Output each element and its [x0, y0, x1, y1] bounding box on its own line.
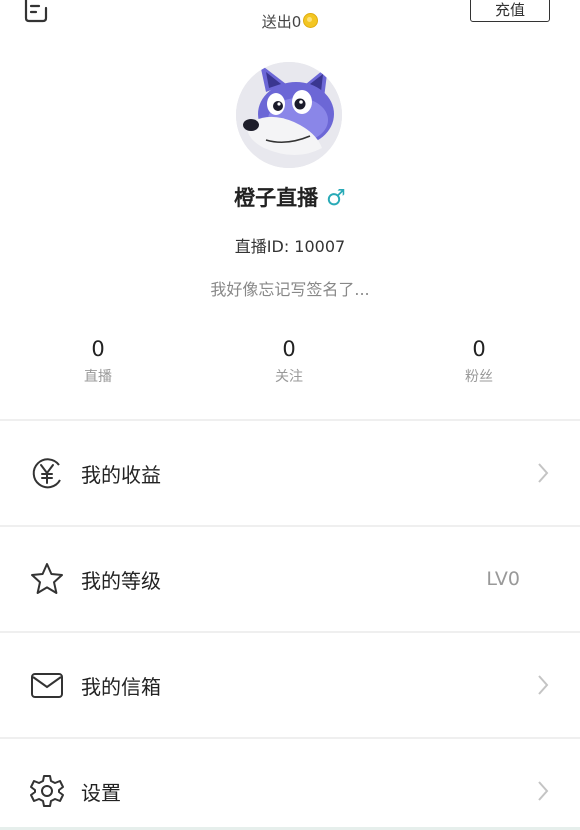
menu-mailbox[interactable]: 我的信箱 [0, 633, 580, 737]
stats-bar: 0 直播 0 关注 0 粉丝 [0, 336, 580, 396]
menu-mailbox-label: 我的信箱 [81, 674, 161, 699]
avatar[interactable] [236, 62, 342, 168]
menu-earnings[interactable]: 我的收益 [0, 421, 580, 525]
recharge-button[interactable]: 充值 [470, 0, 550, 22]
mail-icon [31, 673, 63, 698]
profile-page: 送出0 充值 橙子直播 ♂ 直播ID: 10007 我好像忘记写签名了... 0… [0, 0, 580, 830]
sent-label: 送出0 [261, 13, 302, 31]
stat-live-count: 0 [91, 337, 105, 361]
stat-following-count: 0 [282, 337, 296, 361]
yuan-circle-icon [32, 458, 61, 489]
level-value: LV0 [486, 568, 520, 590]
stat-live[interactable]: 0 直播 [48, 336, 148, 386]
male-icon: ♂ [326, 186, 346, 211]
chevron-right-icon [538, 675, 549, 695]
stat-live-label: 直播 [84, 369, 112, 385]
live-id: 直播ID: 10007 [234, 237, 346, 256]
menu-level-label: 我的等级 [81, 568, 161, 593]
menu-earnings-label: 我的收益 [81, 462, 161, 487]
gear-icon [30, 775, 64, 807]
nickname: 橙子直播 [234, 186, 319, 210]
coin-icon [303, 13, 319, 28]
stat-fans-count: 0 [472, 337, 486, 361]
stat-following[interactable]: 0 关注 [239, 336, 339, 386]
nickname-row: 橙子直播 ♂ [0, 182, 580, 212]
stat-following-label: 关注 [275, 369, 303, 385]
chevron-right-icon [538, 781, 549, 801]
signature: 我好像忘记写签名了... [210, 280, 370, 299]
menu-level[interactable]: 我的等级 LV0 [0, 527, 580, 631]
menu-settings-label: 设置 [81, 780, 121, 805]
stat-fans[interactable]: 0 粉丝 [429, 336, 529, 386]
menu-settings[interactable]: 设置 [0, 739, 580, 830]
stat-fans-label: 粉丝 [465, 369, 493, 385]
chevron-right-icon [538, 463, 549, 483]
star-icon [31, 563, 63, 594]
